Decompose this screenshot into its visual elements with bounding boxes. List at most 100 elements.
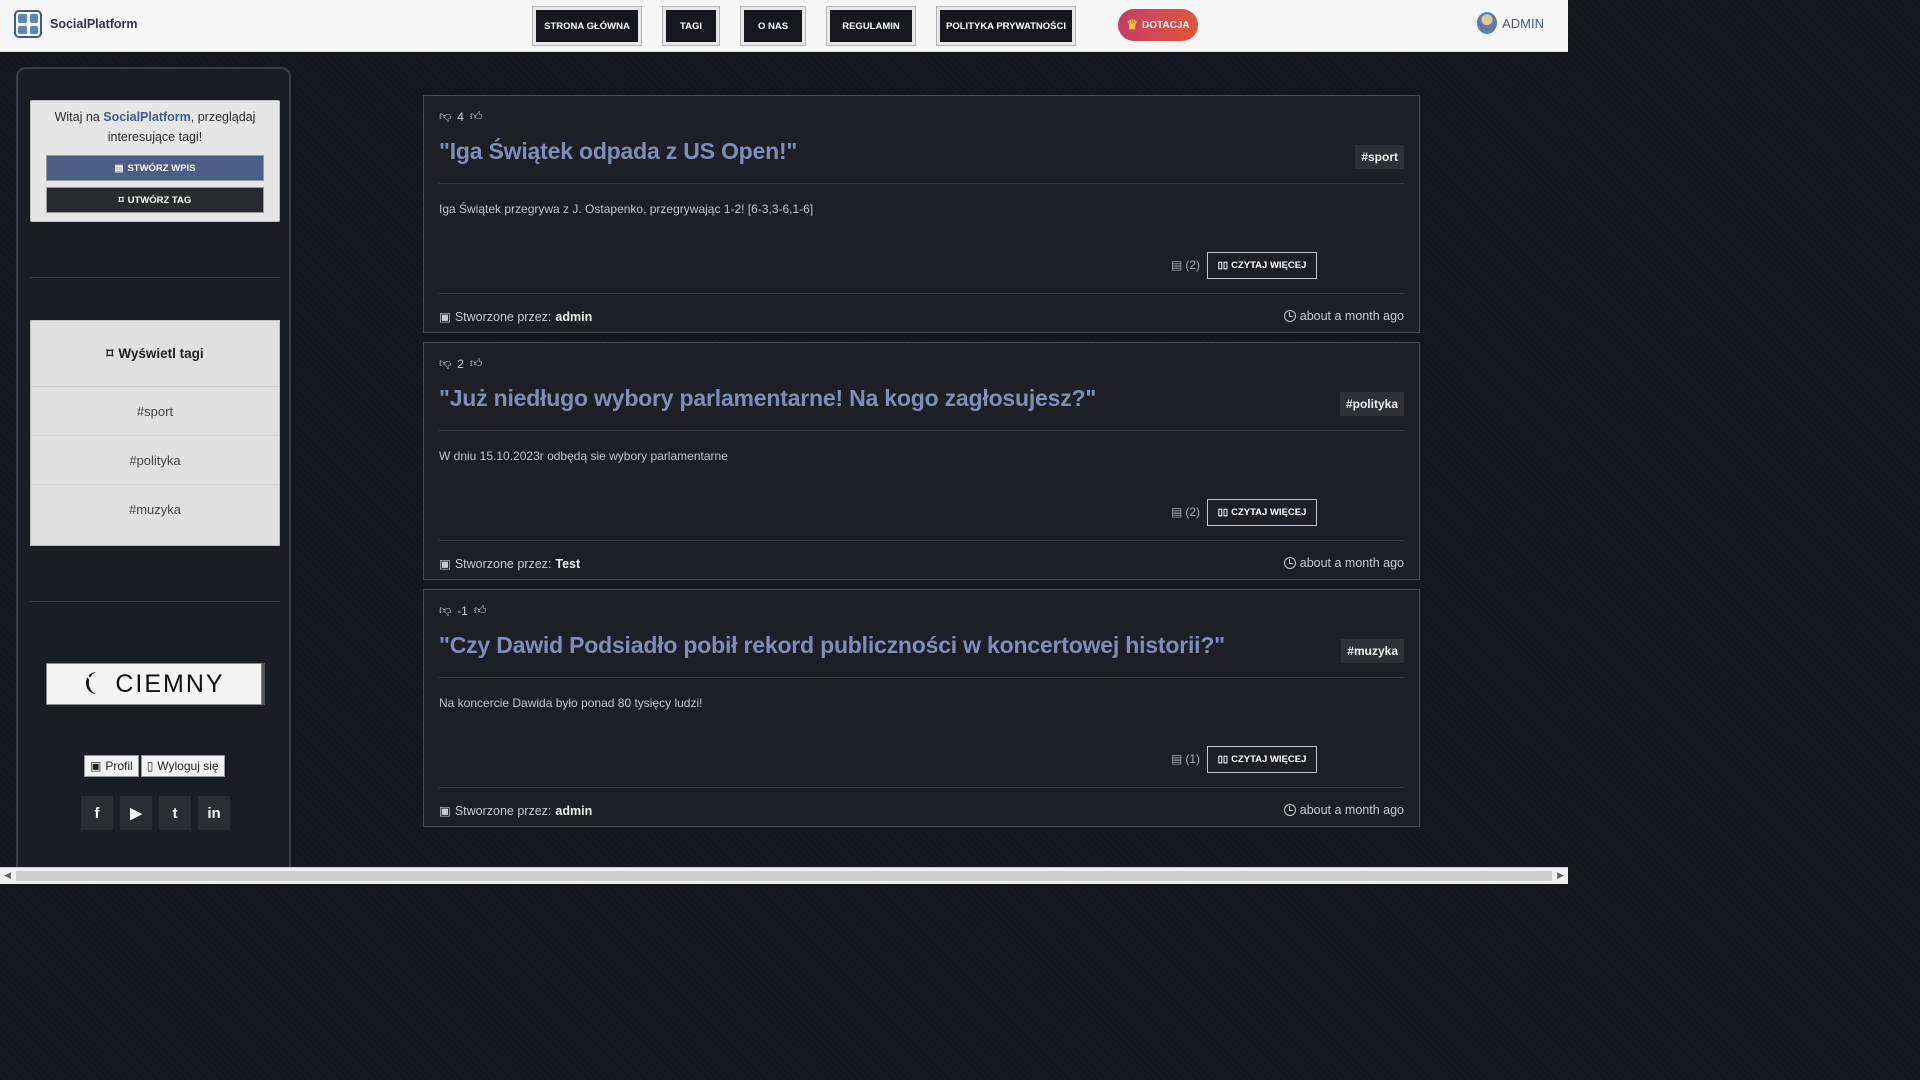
- comment-icon: ▤: [1171, 258, 1183, 272]
- post-author: ▣ Stworzone przez: admin: [439, 309, 593, 325]
- comment-icon: ▤: [1171, 752, 1183, 766]
- profile-button[interactable]: ▣ Profil: [84, 755, 139, 777]
- thumbs-down-icon[interactable]: 👎︎: [439, 603, 451, 618]
- bookmark-icon: ⌑: [118, 194, 124, 206]
- theme-toggle-button[interactable]: CIEMNY: [46, 663, 262, 705]
- thumbs-down-icon[interactable]: 👎︎: [439, 109, 451, 124]
- clock-icon: [1283, 804, 1296, 816]
- welcome-panel: Witaj na SocialPlatform, przeglądaj inte…: [30, 100, 280, 222]
- post-tag[interactable]: #muzyka: [1341, 639, 1404, 663]
- read-more-button[interactable]: ▯▯ CZYTAJ WIĘCEJ: [1207, 746, 1317, 773]
- linkedin-icon[interactable]: in: [198, 796, 230, 830]
- donate-button[interactable]: ♛ DOTACJA: [1118, 9, 1198, 41]
- post-title[interactable]: "Czy Dawid Podsiadło pobił rekord public…: [439, 632, 1225, 659]
- tags-panel-title: ⌑ Wyświetl tagi: [31, 321, 279, 387]
- comment-count: ▤ (2): [1171, 505, 1201, 519]
- tag-item-muzyka[interactable]: #muzyka: [31, 485, 279, 534]
- tags-panel: ⌑ Wyświetl tagi #sport #polityka #muzyka: [30, 320, 280, 546]
- nav-tags-button[interactable]: TAGI: [662, 6, 720, 46]
- logout-button[interactable]: ▯ Wyloguj się: [140, 755, 225, 777]
- sidebar: Witaj na SocialPlatform, przeglądaj inte…: [16, 67, 291, 877]
- create-tag-button[interactable]: ⌑ UTWÓRZ TAG: [46, 187, 264, 213]
- divider: [439, 430, 1404, 431]
- top-navbar: SocialPlatform STRONA GŁÓWNA TAGI O NAS …: [0, 0, 1568, 52]
- user-menu[interactable]: ADMIN: [1477, 12, 1544, 34]
- main-nav: STRONA GŁÓWNA TAGI O NAS REGULAMIN POLIT…: [532, 6, 1096, 46]
- post-body: Iga Świątek przegrywa z J. Ostapenko, pr…: [439, 202, 814, 216]
- divider: [439, 677, 1404, 678]
- post-body: W dniu 15.10.2023r odbędą sie wybory par…: [439, 449, 728, 463]
- comment-count: ▤ (1): [1171, 752, 1201, 766]
- clock-icon: [1283, 557, 1296, 569]
- moon-icon: [84, 672, 105, 696]
- post-card: 👎︎ -1 👍︎ "Czy Dawid Podsiadło pobił reko…: [423, 589, 1420, 827]
- post-time: about a month ago: [1283, 309, 1404, 323]
- welcome-text: Witaj na SocialPlatform, przeglądaj inte…: [54, 110, 256, 144]
- horizontal-scrollbar[interactable]: ◀ ▶: [0, 867, 1568, 884]
- divider: [439, 787, 1404, 788]
- scroll-right-icon[interactable]: ▶: [1557, 870, 1564, 881]
- divider: [30, 277, 280, 278]
- bookmark-icon: ⌑: [106, 345, 114, 361]
- post-time: about a month ago: [1283, 556, 1404, 570]
- vote-controls: 👎︎ -1 👍︎: [439, 603, 486, 618]
- book-icon: ▯▯: [1217, 507, 1229, 518]
- account-links: ▣ Profil ▯ Wyloguj się: [84, 755, 225, 777]
- youtube-icon[interactable]: ▶: [120, 796, 152, 830]
- user-card-icon: ▣: [439, 557, 451, 571]
- vote-count: -1: [457, 603, 468, 618]
- facebook-icon[interactable]: f: [81, 796, 113, 830]
- posts-feed: 👎︎ 4 👍︎ "Iga Świątek odpada z US Open!" …: [423, 95, 1420, 836]
- scrollbar-thumb[interactable]: [16, 871, 1552, 881]
- id-card-icon: ▣: [90, 759, 102, 773]
- read-more-button[interactable]: ▯▯ CZYTAJ WIĘCEJ: [1207, 499, 1317, 526]
- comment-count: ▤ (2): [1171, 258, 1201, 272]
- comment-icon: ▤: [1171, 505, 1183, 519]
- user-card-icon: ▣: [439, 804, 451, 818]
- vote-count: 2: [457, 356, 464, 371]
- nav-home-button[interactable]: STRONA GŁÓWNA: [532, 6, 642, 46]
- scroll-left-icon[interactable]: ◀: [4, 870, 11, 881]
- post-title[interactable]: "Iga Świątek odpada z US Open!": [439, 138, 797, 165]
- divider: [439, 293, 1404, 294]
- tag-item-polityka[interactable]: #polityka: [31, 436, 279, 485]
- divider: [439, 183, 1404, 184]
- thumbs-up-icon[interactable]: 👍︎: [474, 603, 487, 618]
- social-links: f ▶ t in: [81, 796, 230, 830]
- book-icon: ▯▯: [1217, 260, 1229, 271]
- post-title[interactable]: "Już niedługo wybory parlamentarne! Na k…: [439, 385, 1096, 412]
- post-tag[interactable]: #sport: [1355, 145, 1404, 169]
- note-icon: ▤: [114, 162, 124, 174]
- book-icon: ▯▯: [1217, 754, 1229, 765]
- post-card: 👎︎ 4 👍︎ "Iga Świątek odpada z US Open!" …: [423, 95, 1420, 333]
- thumbs-up-icon[interactable]: 👍︎: [470, 356, 483, 371]
- nav-rules-button[interactable]: REGULAMIN: [826, 6, 916, 46]
- divider: [30, 601, 280, 602]
- nav-privacy-button[interactable]: POLITYKA PRYWATNOŚCI: [936, 6, 1076, 46]
- post-tag[interactable]: #polityka: [1339, 392, 1404, 416]
- vote-controls: 👎︎ 4 👍︎: [439, 109, 482, 124]
- read-more-button[interactable]: ▯▯ CZYTAJ WIĘCEJ: [1207, 252, 1317, 279]
- post-time: about a month ago: [1283, 803, 1404, 817]
- brand-logo-icon: [14, 10, 42, 38]
- vote-count: 4: [457, 109, 464, 124]
- post-card: 👎︎ 2 👍︎ "Już niedługo wybory parlamentar…: [423, 342, 1420, 580]
- twitter-icon[interactable]: t: [159, 796, 191, 830]
- thumbs-down-icon[interactable]: 👎︎: [439, 356, 451, 371]
- post-body: Na koncercie Dawida było ponad 80 tysięc…: [439, 696, 703, 710]
- clock-icon: [1283, 310, 1296, 322]
- brand[interactable]: SocialPlatform: [14, 10, 138, 38]
- username: ADMIN: [1502, 15, 1544, 31]
- crown-icon: ♛: [1126, 17, 1139, 32]
- thumbs-up-icon[interactable]: 👍︎: [470, 109, 483, 124]
- door-icon: ▯: [146, 759, 154, 773]
- post-author: ▣ Stworzone przez: Test: [439, 556, 581, 572]
- create-post-button[interactable]: ▤ STWÓRZ WPIS: [46, 155, 264, 181]
- nav-about-button[interactable]: O NAS: [740, 6, 806, 46]
- user-card-icon: ▣: [439, 310, 451, 324]
- vote-controls: 👎︎ 2 👍︎: [439, 356, 482, 371]
- tag-item-sport[interactable]: #sport: [31, 387, 279, 436]
- brand-name: SocialPlatform: [50, 17, 138, 31]
- avatar: [1477, 12, 1498, 34]
- divider: [439, 540, 1404, 541]
